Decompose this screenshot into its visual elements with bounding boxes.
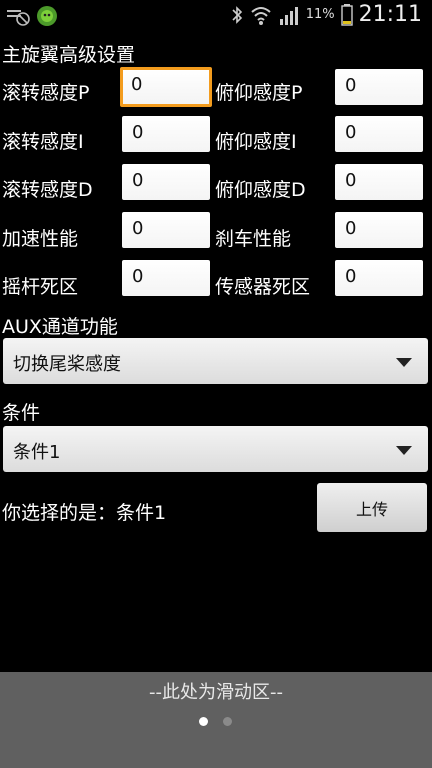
pitch-p-input[interactable]: 0 xyxy=(335,69,423,105)
roll-p-input[interactable]: 0 xyxy=(120,67,212,107)
pitch-d-input[interactable]: 0 xyxy=(335,164,423,200)
aux-label: AUX通道功能 xyxy=(2,316,118,338)
aux-dropdown[interactable]: 切换尾桨感度 xyxy=(3,338,428,384)
roll-p-label: 滚转感度P xyxy=(2,82,90,104)
status-left xyxy=(6,5,58,27)
page-indicator-dot-active[interactable] xyxy=(199,717,208,726)
brake-input[interactable]: 0 xyxy=(335,212,423,248)
signal-icon xyxy=(279,6,298,25)
pitch-i-input[interactable]: 0 xyxy=(335,116,423,152)
selection-text: 你选择的是：条件1 xyxy=(2,502,167,524)
pitch-i-label: 俯仰感度I xyxy=(215,131,297,153)
chevron-down-icon xyxy=(396,358,412,367)
status-right: 11% 21:11 xyxy=(230,2,422,27)
roll-d-label: 滚转感度D xyxy=(2,179,93,201)
battery-percent: 11% xyxy=(305,7,335,22)
clock: 21:11 xyxy=(358,2,422,27)
page-indicator-dot[interactable] xyxy=(223,717,232,726)
upload-button[interactable]: 上传 xyxy=(317,483,427,532)
chevron-down-icon xyxy=(396,446,412,455)
aux-selected: 切换尾桨感度 xyxy=(13,354,121,375)
swipe-area[interactable]: --此处为滑动区-- xyxy=(0,672,432,768)
stick-deadzone-input[interactable]: 0 xyxy=(122,260,210,296)
stick-deadzone-label: 摇杆死区 xyxy=(2,276,79,298)
swipe-area-text: --此处为滑动区-- xyxy=(149,682,283,703)
bluetooth-icon xyxy=(232,5,242,24)
status-bar: 11% 21:11 xyxy=(0,0,432,30)
bug-icon xyxy=(37,6,57,26)
accel-input[interactable]: 0 xyxy=(122,212,210,248)
condition-selected: 条件1 xyxy=(13,442,61,463)
brake-label: 刹车性能 xyxy=(215,228,292,250)
page-title: 主旋翼高级设置 xyxy=(2,44,136,66)
roll-d-input[interactable]: 0 xyxy=(122,164,210,200)
condition-dropdown[interactable]: 条件1 xyxy=(3,426,428,472)
wifi-icon xyxy=(251,6,271,25)
no-ads-icon xyxy=(7,10,30,26)
sensor-deadzone-label: 传感器死区 xyxy=(215,276,311,298)
pitch-d-label: 俯仰感度D xyxy=(215,179,306,201)
pitch-p-label: 俯仰感度P xyxy=(215,82,303,104)
condition-label: 条件 xyxy=(2,402,41,424)
roll-i-input[interactable]: 0 xyxy=(122,116,210,152)
accel-label: 加速性能 xyxy=(2,228,79,250)
roll-i-label: 滚转感度I xyxy=(2,131,84,153)
battery-icon xyxy=(340,3,353,26)
sensor-deadzone-input[interactable]: 0 xyxy=(335,260,423,296)
